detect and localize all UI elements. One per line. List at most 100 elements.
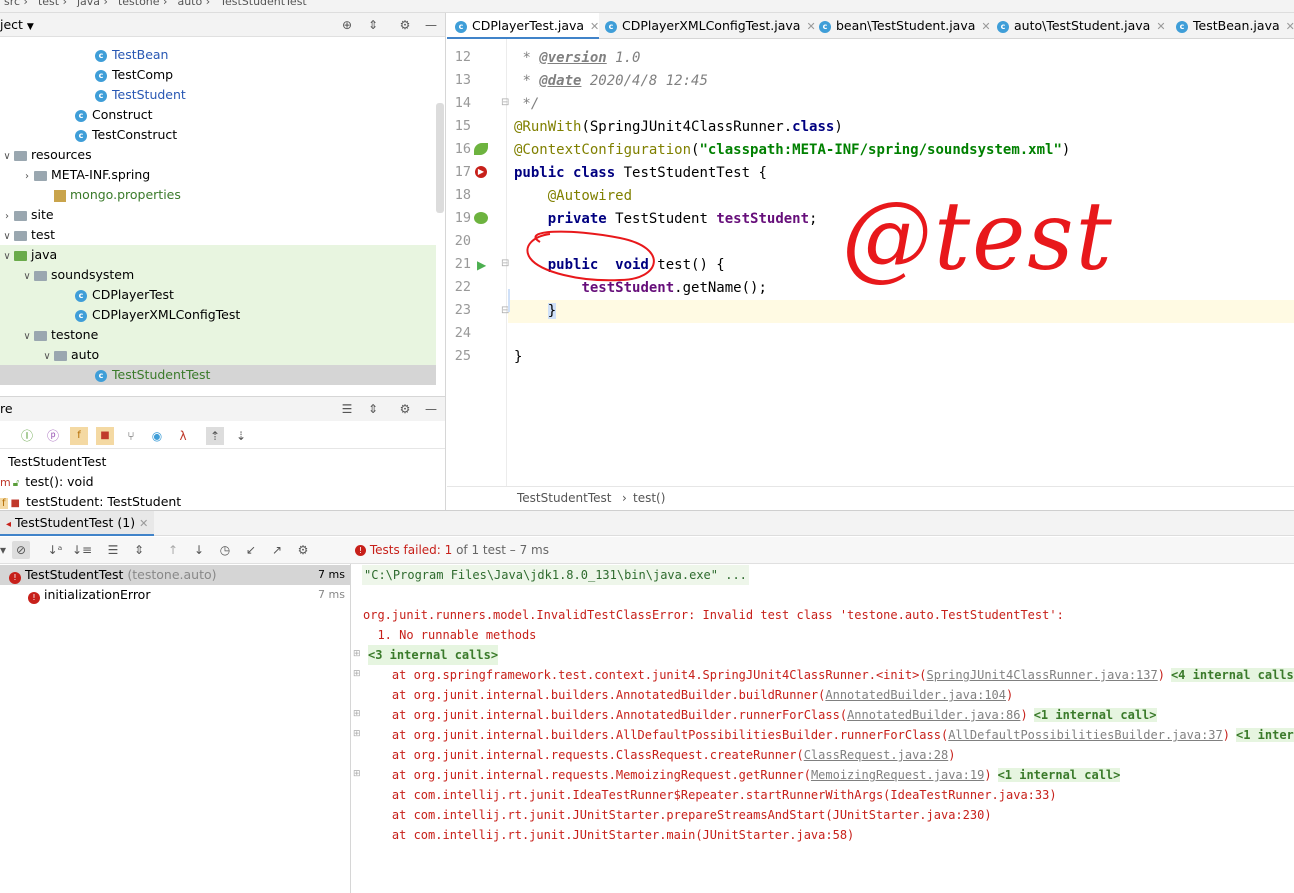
run-test-icon[interactable]: ▶ — [477, 258, 486, 272]
project-tree-item[interactable]: c TestComp — [0, 65, 436, 85]
sort-alpha-icon[interactable]: ↓ᵃ — [46, 541, 64, 559]
collapse-all-icon[interactable]: ⇕ — [130, 541, 148, 559]
code-line-13[interactable]: * @date 2020/4/8 12:45 — [514, 70, 707, 93]
internal-calls-fold[interactable]: <1 internal — [1235, 728, 1294, 742]
project-tree-item[interactable]: mongo.properties — [0, 185, 436, 205]
expand-all-icon[interactable]: ☰ — [104, 541, 122, 559]
show-passed-icon[interactable]: ▾ — [0, 541, 12, 559]
scrollbar[interactable] — [436, 103, 444, 213]
property-icon[interactable]: ⓟ — [44, 427, 62, 445]
expand-arrow-icon[interactable]: › — [0, 207, 14, 227]
expand-icon[interactable]: ⊞ — [353, 769, 361, 779]
project-tree-item[interactable]: ∨ soundsystem — [0, 265, 436, 285]
expand-icon[interactable]: ⊞ — [353, 669, 361, 679]
import-icon[interactable]: ↙ — [242, 541, 260, 559]
source-link[interactable]: ClassRequest.java:28 — [804, 748, 949, 762]
spring-autowire-icon[interactable] — [474, 212, 488, 224]
code-line-14[interactable]: */ — [514, 93, 539, 116]
lambda-icon[interactable]: λ — [174, 427, 192, 445]
internal-calls-fold[interactable]: <1 internal call> — [1033, 708, 1157, 722]
breadcrumb-method[interactable]: test() — [633, 487, 665, 509]
code-line-25[interactable]: } — [514, 346, 522, 369]
autoscroll-icon[interactable]: ⇡ — [206, 427, 224, 445]
gear-icon[interactable]: ⚙ — [396, 400, 414, 418]
code-line-17[interactable]: public class TestStudentTest { — [514, 162, 767, 185]
collapse-all-icon[interactable]: ⇕ — [364, 400, 382, 418]
breadcrumb-item[interactable]: test › — [38, 0, 67, 8]
circle-icon[interactable]: ◉ — [148, 427, 166, 445]
autoscroll-from-icon[interactable]: ⇣ — [232, 427, 250, 445]
expand-arrow-icon[interactable]: ∨ — [20, 327, 34, 347]
breadcrumb-item[interactable]: auto › — [177, 0, 210, 8]
expand-arrow-icon[interactable]: ∨ — [20, 267, 34, 287]
structure-member-row[interactable]: m 🔓︎ test(): void — [0, 472, 94, 492]
structure-class-row[interactable]: TestStudentTest — [0, 452, 106, 472]
project-tree-item[interactable]: ∨ auto — [0, 345, 436, 365]
minimize-icon[interactable]: — — [422, 400, 440, 418]
project-tree-item[interactable]: ∨ test — [0, 225, 436, 245]
project-tree-item[interactable]: ∨ testone — [0, 325, 436, 345]
project-tree-item[interactable]: c TestConstruct — [0, 125, 436, 145]
structure-member-row[interactable]: f ■ testStudent: TestStudent — [0, 492, 181, 510]
internal-calls-fold[interactable]: <4 internal calls> — [1170, 668, 1294, 682]
close-icon[interactable]: ✕ — [1286, 20, 1294, 33]
expand-arrow-icon[interactable]: ∨ — [0, 147, 14, 167]
project-tree-item[interactable]: › site — [0, 205, 436, 225]
run-tab[interactable]: ◂ TestStudentTest (1) ✕ — [0, 511, 155, 536]
export-icon[interactable]: ↗ — [268, 541, 286, 559]
editor-tab[interactable]: c bean\TestStudent.java ✕ — [811, 13, 991, 39]
close-icon[interactable]: ✕ — [139, 517, 148, 530]
project-tree-item[interactable]: ∨ java — [0, 245, 436, 265]
project-tree-item[interactable]: c CDPlayerTest — [0, 285, 436, 305]
show-ignored-icon[interactable]: ⊘ — [12, 541, 30, 559]
project-tree-item[interactable]: ∨ resources — [0, 145, 436, 165]
project-tree-item[interactable]: c TestBean — [0, 45, 436, 65]
field-icon[interactable]: f — [70, 427, 88, 445]
editor-tab[interactable]: c TestBean.java ✕ — [1168, 13, 1294, 39]
expand-arrow-icon[interactable]: ∨ — [0, 247, 14, 267]
next-failed-icon[interactable]: ↓ — [190, 541, 208, 559]
history-icon[interactable]: ◷ — [216, 541, 234, 559]
breadcrumb-item[interactable]: src › — [4, 0, 28, 8]
editor-tab[interactable]: c auto\TestStudent.java ✕ — [989, 13, 1166, 39]
test-tree-row[interactable]: ! initializationError 7 ms — [0, 585, 350, 605]
project-tree-item[interactable]: c TestStudent — [0, 85, 436, 105]
project-tree-item[interactable]: c CDPlayerXMLConfigTest — [0, 305, 436, 325]
lock-icon[interactable]: ■ — [96, 427, 114, 445]
inherited-icon[interactable]: Ⓘ — [18, 427, 36, 445]
expand-arrow-icon[interactable]: ∨ — [0, 227, 14, 247]
code-line-12[interactable]: * @version 1.0 — [514, 47, 640, 70]
code-line-16[interactable]: @ContextConfiguration("classpath:META-IN… — [514, 139, 1070, 162]
fold-icon[interactable]: ⊟ — [501, 258, 509, 269]
breadcrumb-class[interactable]: TestStudentTest — [517, 487, 612, 509]
source-link[interactable]: MemoizingRequest.java:19 — [811, 768, 984, 782]
run-test-error-icon[interactable]: ▶ — [475, 166, 487, 178]
source-link[interactable]: AnnotatedBuilder.java:86 — [847, 708, 1020, 722]
expand-icon[interactable]: ⊞ — [353, 729, 361, 739]
breadcrumb-item[interactable]: java › — [77, 0, 108, 8]
project-tree-item[interactable]: c TestStudentTest — [0, 365, 436, 385]
editor-tab[interactable]: c CDPlayerXMLConfigTest.java ✕ — [597, 13, 816, 39]
source-link[interactable]: AnnotatedBuilder.java:104 — [825, 688, 1006, 702]
source-link[interactable]: AllDefaultPossibilitiesBuilder.java:37 — [948, 728, 1223, 742]
anonymous-class-icon[interactable]: ⑂ — [122, 427, 140, 445]
sort-duration-icon[interactable]: ↓≡ — [72, 541, 92, 559]
breadcrumb-item[interactable]: testone › — [118, 0, 168, 8]
expand-arrow-icon[interactable]: ∨ — [40, 347, 54, 367]
close-icon[interactable]: ✕ — [1156, 20, 1165, 33]
gear-icon[interactable]: ⚙ — [294, 541, 312, 559]
breadcrumb-item[interactable]: TestStudentTest — [220, 0, 307, 8]
project-tree-item[interactable]: c Construct — [0, 105, 436, 125]
source-link[interactable]: SpringJUnit4ClassRunner.java:137 — [927, 668, 1158, 682]
expand-all-icon[interactable]: ☰ — [338, 400, 356, 418]
editor-tab[interactable]: c CDPlayerTest.java ✕ — [447, 13, 600, 39]
project-tree-item[interactable]: › META-INF.spring — [0, 165, 436, 185]
prev-failed-icon[interactable]: ↑ — [164, 541, 182, 559]
code-line-15[interactable]: @RunWith(SpringJUnit4ClassRunner.class) — [514, 116, 843, 139]
test-tree-row[interactable]: ! TestStudentTest (testone.auto) 7 ms — [0, 565, 350, 585]
internal-calls-fold[interactable]: <3 internal calls> — [368, 645, 499, 665]
fold-icon[interactable]: ⊟ — [501, 97, 509, 108]
expand-arrow-icon[interactable]: › — [20, 167, 34, 187]
expand-icon[interactable]: ⊞ — [353, 649, 361, 659]
expand-icon[interactable]: ⊞ — [353, 709, 361, 719]
